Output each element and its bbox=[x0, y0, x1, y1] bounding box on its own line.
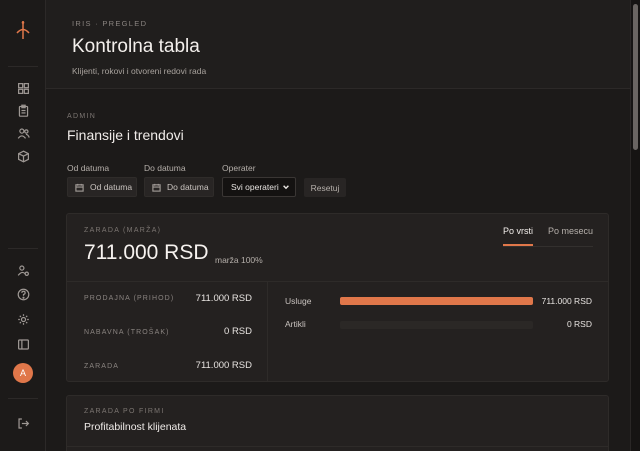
revenue-label: PRODAJNA (PRIHOD) bbox=[84, 295, 175, 302]
user-settings-icon[interactable] bbox=[15, 262, 31, 278]
services-bar-track bbox=[340, 297, 533, 305]
calendar-icon bbox=[152, 183, 161, 192]
compass-logo-icon[interactable] bbox=[15, 21, 31, 39]
from-date-placeholder: Od datuma bbox=[90, 182, 133, 192]
clipboard-icon[interactable] bbox=[15, 102, 31, 118]
services-value: 711.000 RSD bbox=[541, 296, 592, 306]
to-date-placeholder: Do datuma bbox=[167, 182, 209, 192]
calendar-icon bbox=[75, 183, 84, 192]
earnings-eyebrow: ZARADA (MARŽA) bbox=[84, 227, 162, 234]
tab-by-type[interactable]: Po vrsti bbox=[503, 226, 534, 246]
operator-select-value: Svi operateri bbox=[231, 182, 279, 192]
page-subtitle: Klijenti, rokovi i otvoreni redovi rada bbox=[72, 66, 207, 76]
to-date-input[interactable]: Do datuma bbox=[144, 177, 214, 197]
divider bbox=[67, 446, 608, 447]
users-icon[interactable] bbox=[15, 125, 31, 141]
avatar[interactable]: A bbox=[13, 363, 33, 383]
client-profit-eyebrow: ZARADA PO FIRMI bbox=[84, 408, 165, 415]
reset-button[interactable]: Resetuj bbox=[304, 178, 346, 197]
section-title: Finansije i trendovi bbox=[67, 127, 184, 143]
help-icon[interactable] bbox=[15, 286, 31, 302]
logout-icon[interactable] bbox=[15, 415, 31, 431]
main-content: IRIS · PREGLED Kontrolna tabla Klijenti,… bbox=[46, 0, 630, 451]
articles-label: Artikli bbox=[285, 319, 306, 329]
page-scrollbar[interactable] bbox=[630, 0, 640, 451]
margin-label: marža 100% bbox=[215, 255, 263, 265]
profit-label: ZARADA bbox=[84, 363, 119, 370]
page-eyebrow: IRIS · PREGLED bbox=[72, 19, 148, 28]
page-header: IRIS · PREGLED Kontrolna tabla Klijenti,… bbox=[46, 0, 630, 89]
sidebar: A bbox=[0, 0, 46, 451]
tabs-underline bbox=[503, 246, 593, 247]
scrollbar-thumb[interactable] bbox=[633, 4, 638, 150]
operator-select[interactable]: Svi operateri bbox=[222, 177, 296, 197]
revenue-value: 711.000 RSD bbox=[195, 293, 252, 304]
services-bar-fill bbox=[340, 297, 533, 305]
divider bbox=[267, 282, 268, 382]
gear-icon[interactable] bbox=[15, 311, 31, 327]
cost-label: NABAVNA (TROŠAK) bbox=[84, 329, 170, 336]
chevron-down-icon bbox=[283, 185, 289, 190]
sidebar-divider bbox=[8, 398, 38, 399]
articles-value: 0 RSD bbox=[566, 319, 592, 329]
tab-by-month[interactable]: Po mesecu bbox=[548, 226, 593, 244]
from-date-input[interactable]: Od datuma bbox=[67, 177, 137, 197]
grid-icon[interactable] bbox=[15, 80, 31, 96]
earnings-card: ZARADA (MARŽA) 711.000 RSD marža 100% Po… bbox=[66, 213, 609, 382]
section-eyebrow: ADMIN bbox=[67, 113, 97, 120]
sidebar-divider bbox=[8, 66, 38, 67]
from-date-label: Od datuma bbox=[67, 163, 110, 173]
client-profit-title: Profitabilnost klijenata bbox=[84, 421, 187, 433]
page-title: Kontrolna tabla bbox=[72, 36, 200, 57]
cube-icon[interactable] bbox=[15, 148, 31, 164]
cost-value: 0 RSD bbox=[224, 326, 252, 337]
client-profit-card: ZARADA PO FIRMI Profitabilnost klijenata bbox=[66, 395, 609, 451]
sidebar-divider bbox=[8, 248, 38, 249]
sidebar-toggle-icon[interactable] bbox=[15, 336, 31, 352]
operator-label: Operater bbox=[222, 163, 256, 173]
articles-bar-track bbox=[340, 321, 533, 329]
profit-value: 711.000 RSD bbox=[195, 360, 252, 371]
to-date-label: Do datuma bbox=[144, 163, 186, 173]
divider bbox=[67, 281, 608, 282]
earnings-amount: 711.000 RSD bbox=[84, 241, 209, 264]
services-label: Usluge bbox=[285, 296, 312, 306]
